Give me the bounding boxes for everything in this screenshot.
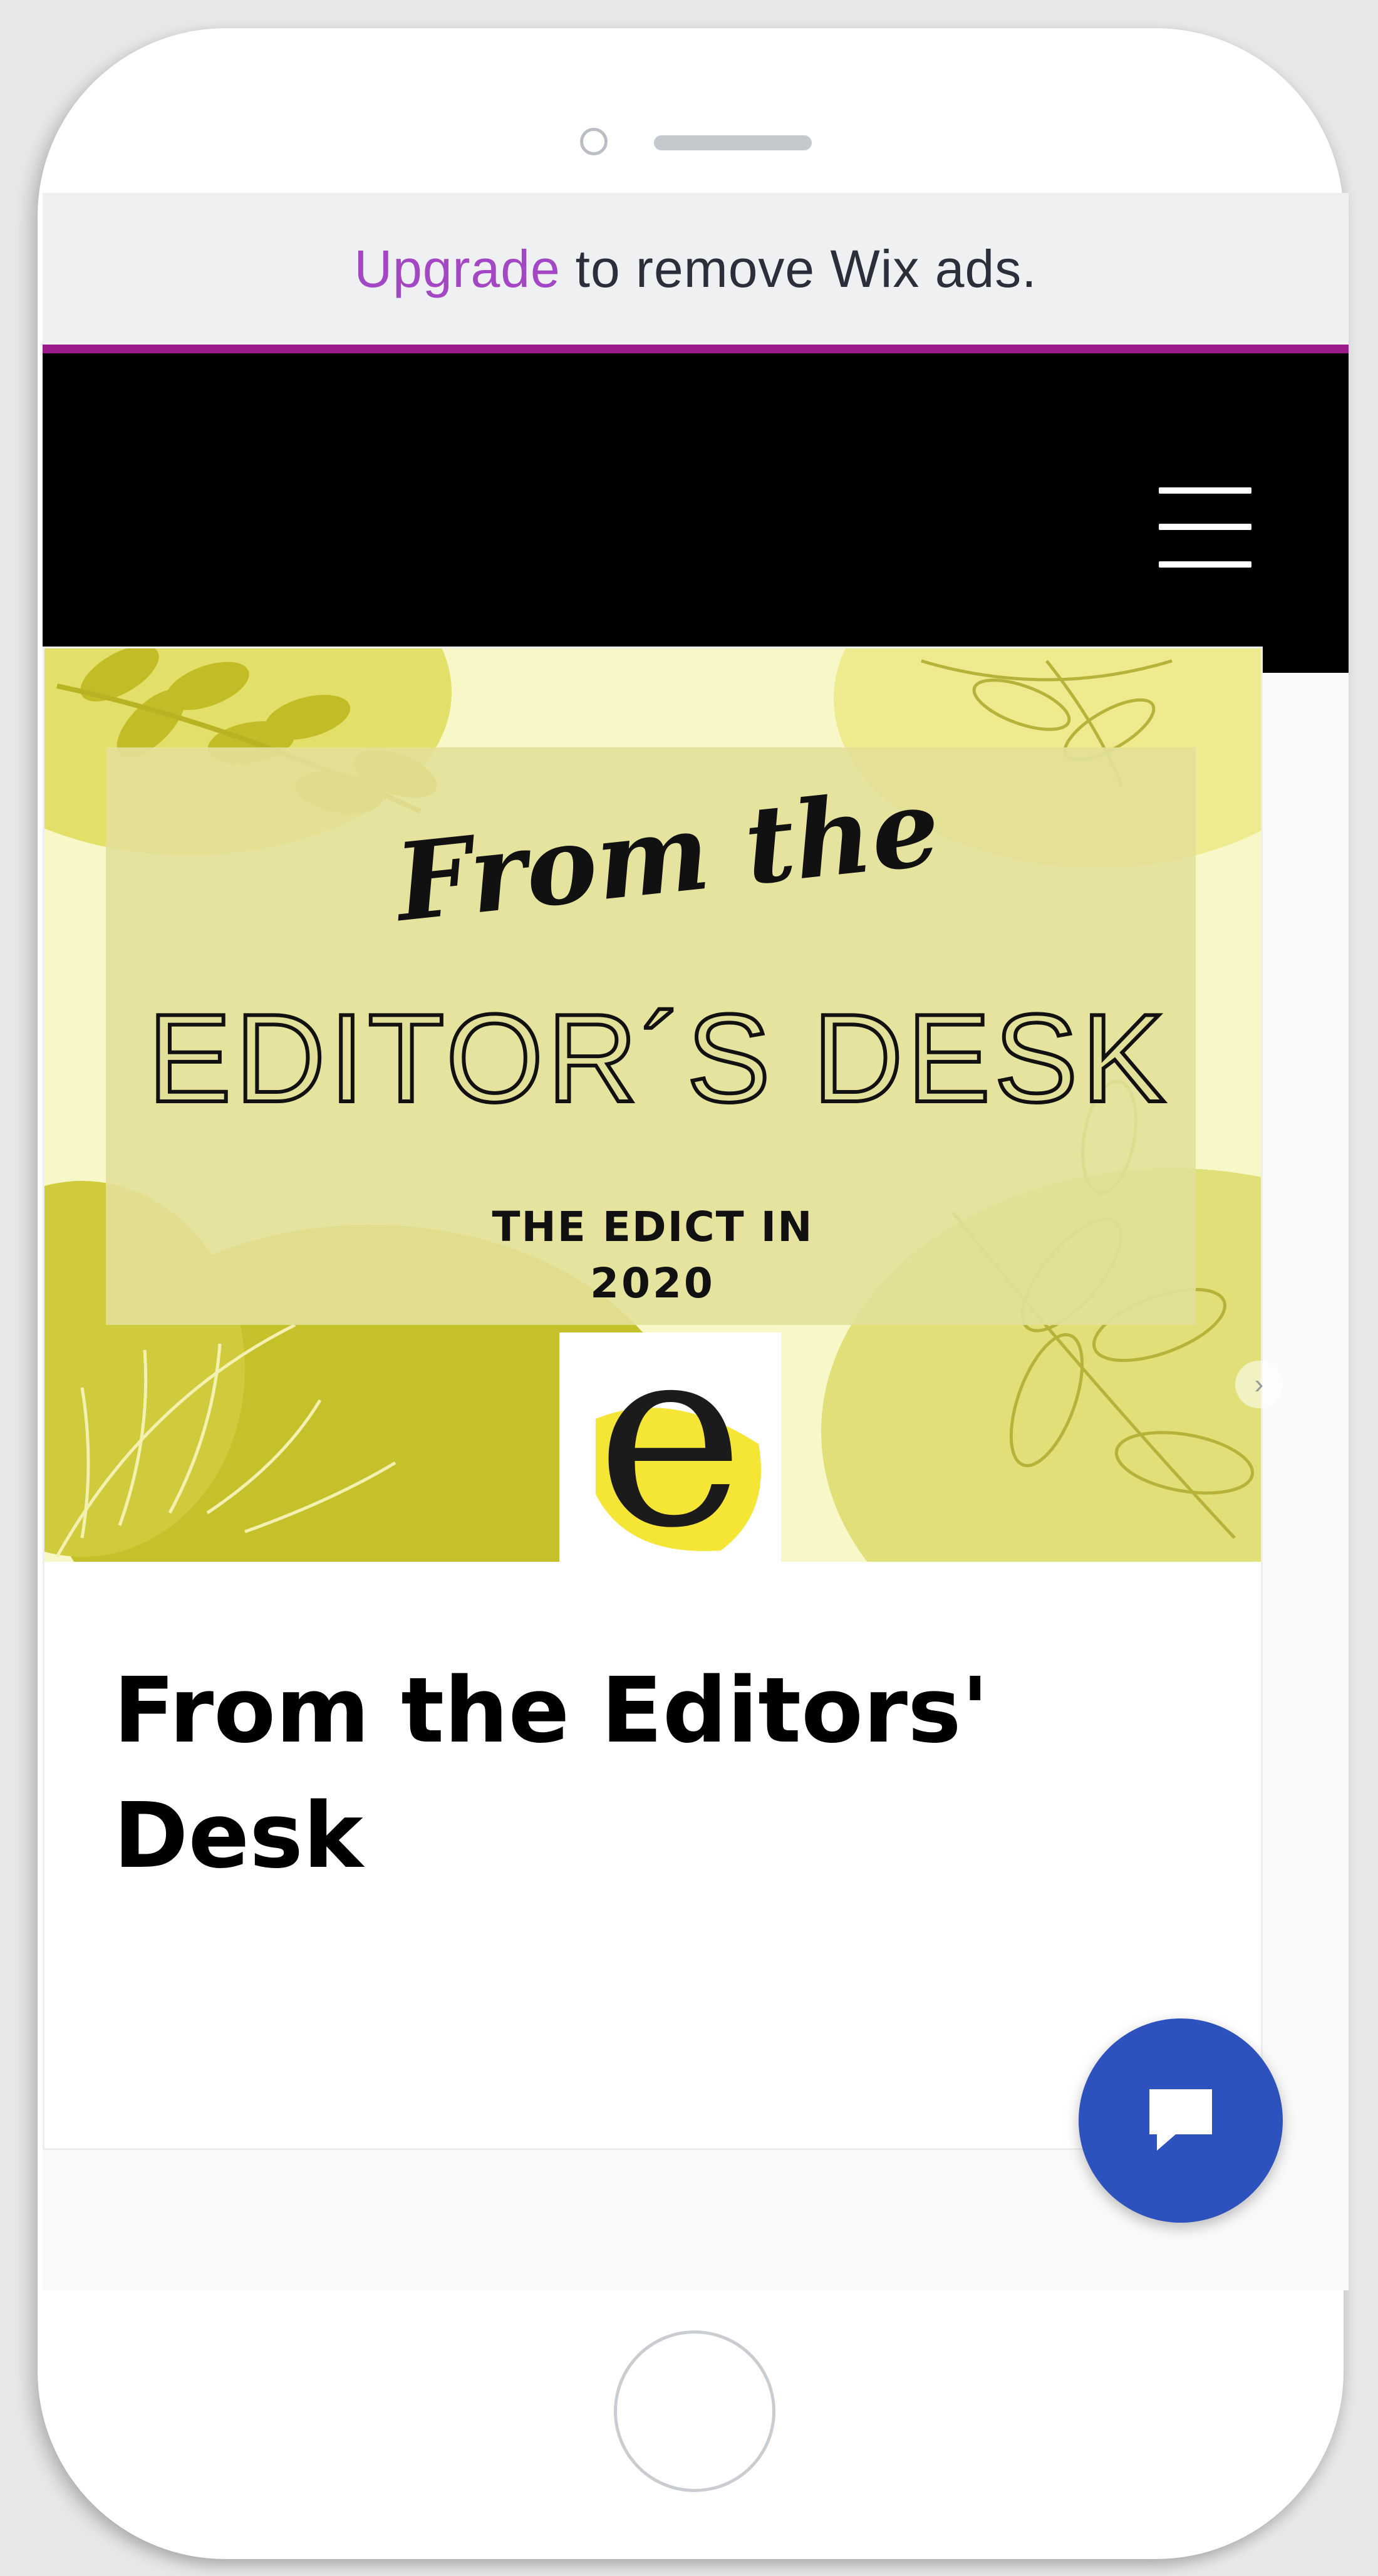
banner-divider (43, 345, 1349, 353)
front-camera (580, 128, 608, 155)
cover-subline-1: THE EDICT IN (492, 1203, 814, 1251)
ad-banner-message: to remove Wix ads. (575, 239, 1037, 298)
upgrade-link[interactable]: Upgrade (354, 239, 560, 299)
wix-ad-banner: Upgrade to remove Wix ads. (43, 193, 1349, 345)
edict-logo-letter: e (596, 1292, 745, 1562)
gallery-next-icon[interactable]: › (1235, 1361, 1283, 1408)
hamburger-menu-icon[interactable] (1159, 487, 1251, 569)
cover-headline: EDITOR´S DESK (146, 987, 1169, 1130)
chat-bubble-icon (1149, 2089, 1212, 2151)
site-header (43, 353, 1349, 673)
post-cover-image[interactable]: From the EDITOR´S DESK THE EDICT IN 2020… (44, 648, 1261, 1562)
post-title[interactable]: From the Editors' Desk (113, 1648, 1015, 1898)
phone-home-button (614, 2330, 775, 2492)
chat-button[interactable] (1079, 2018, 1283, 2223)
blog-post-card[interactable]: From the EDITOR´S DESK THE EDICT IN 2020… (43, 647, 1263, 2150)
earpiece-speaker (654, 135, 812, 150)
